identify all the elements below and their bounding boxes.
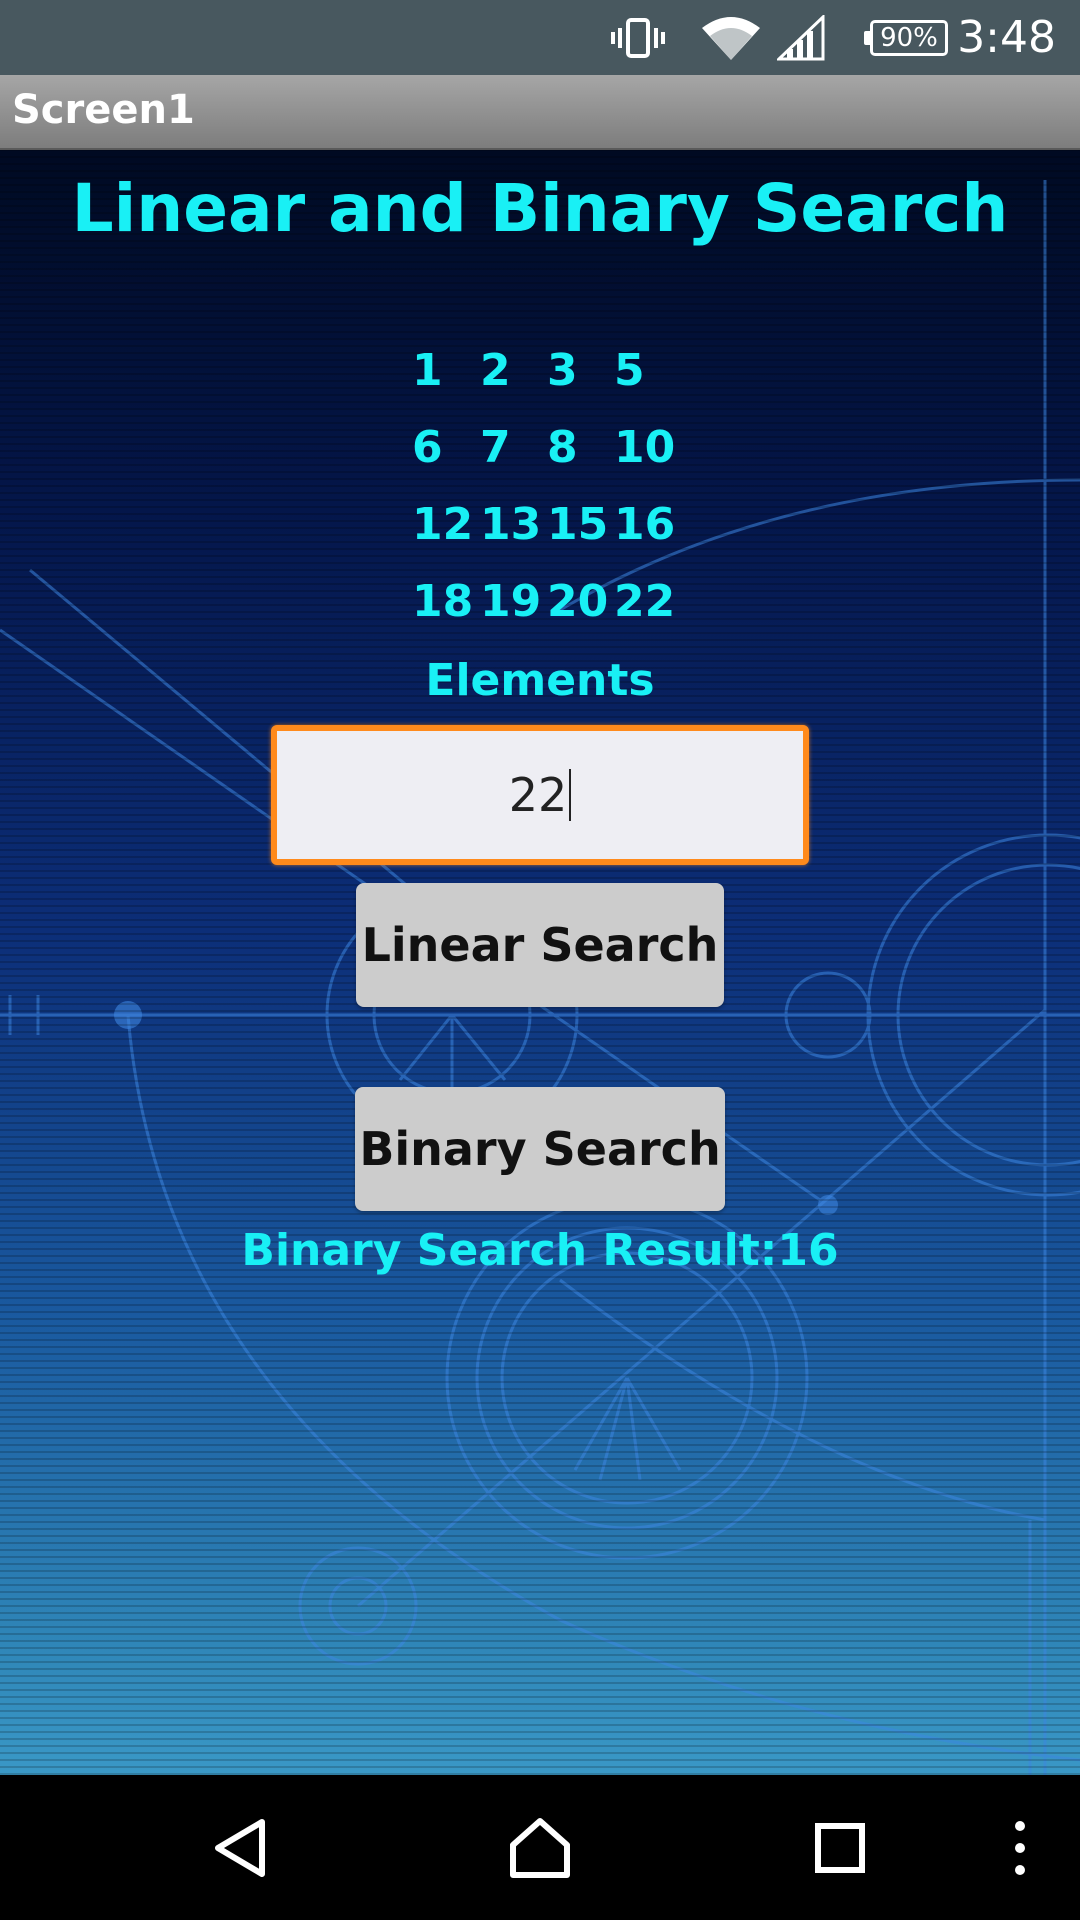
number-cell: 7 <box>480 422 511 473</box>
cell-signal-icon <box>776 0 826 75</box>
number-cell: 22 <box>614 576 676 627</box>
battery-icon: 90% <box>864 20 948 56</box>
number-row: 12 13 15 16 <box>400 499 680 576</box>
number-cell: 10 <box>614 422 676 473</box>
number-cell: 5 <box>614 345 645 396</box>
app-screen: 90% 3:48 Screen1 Linear and Binary Searc… <box>0 0 1080 1920</box>
number-cell: 18 <box>412 576 474 627</box>
screen-title: Screen1 <box>12 87 195 133</box>
main-content: Linear and Binary Search 1 2 3 5 6 7 8 1… <box>0 150 1080 1775</box>
linear-search-button[interactable]: Linear Search <box>356 883 724 1007</box>
number-cell: 1 <box>412 345 443 396</box>
page-heading: Linear and Binary Search <box>71 170 1009 247</box>
recents-icon[interactable] <box>780 1775 900 1920</box>
number-grid: 1 2 3 5 6 7 8 10 12 13 15 16 18 19 20 22 <box>400 345 680 653</box>
title-bar: Screen1 <box>0 75 1080 150</box>
more-icon[interactable] <box>960 1775 1080 1920</box>
number-cell: 6 <box>412 422 443 473</box>
number-row: 1 2 3 5 <box>400 345 680 422</box>
number-cell: 20 <box>547 576 609 627</box>
status-bar: 90% 3:48 <box>0 0 1080 75</box>
number-cell: 13 <box>480 499 542 550</box>
search-result-text: Binary Search Result:16 <box>241 1225 839 1276</box>
number-cell: 3 <box>547 345 578 396</box>
number-row: 18 19 20 22 <box>400 576 680 653</box>
battery-level: 90% <box>880 23 938 53</box>
text-cursor <box>569 769 572 821</box>
number-row: 6 7 8 10 <box>400 422 680 499</box>
number-cell: 15 <box>547 499 609 550</box>
number-cell: 8 <box>547 422 578 473</box>
status-time: 3:48 <box>957 12 1056 63</box>
search-input-value: 22 <box>508 768 568 822</box>
back-icon[interactable] <box>180 1775 300 1920</box>
home-icon[interactable] <box>480 1775 600 1920</box>
number-cell: 12 <box>412 499 474 550</box>
vibrate-icon <box>608 0 668 75</box>
number-cell: 2 <box>480 345 511 396</box>
navigation-bar <box>0 1775 1080 1920</box>
number-cell: 19 <box>480 576 542 627</box>
number-cell: 16 <box>614 499 676 550</box>
search-input[interactable]: 22 <box>271 725 809 865</box>
elements-label: Elements <box>425 655 655 706</box>
binary-search-button[interactable]: Binary Search <box>355 1087 725 1211</box>
wifi-icon <box>698 0 764 75</box>
